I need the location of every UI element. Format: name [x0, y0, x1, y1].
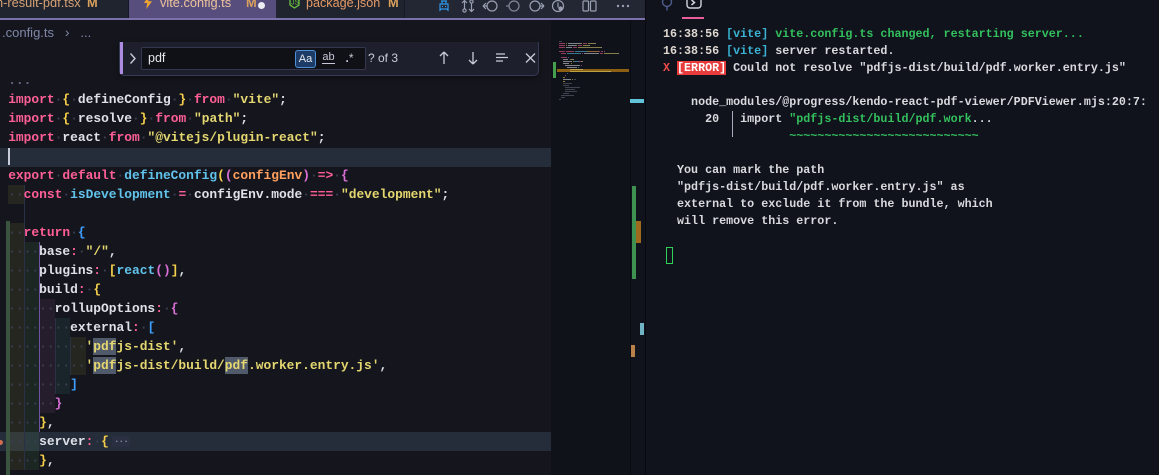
- svg-text:JS: JS: [291, 0, 300, 7]
